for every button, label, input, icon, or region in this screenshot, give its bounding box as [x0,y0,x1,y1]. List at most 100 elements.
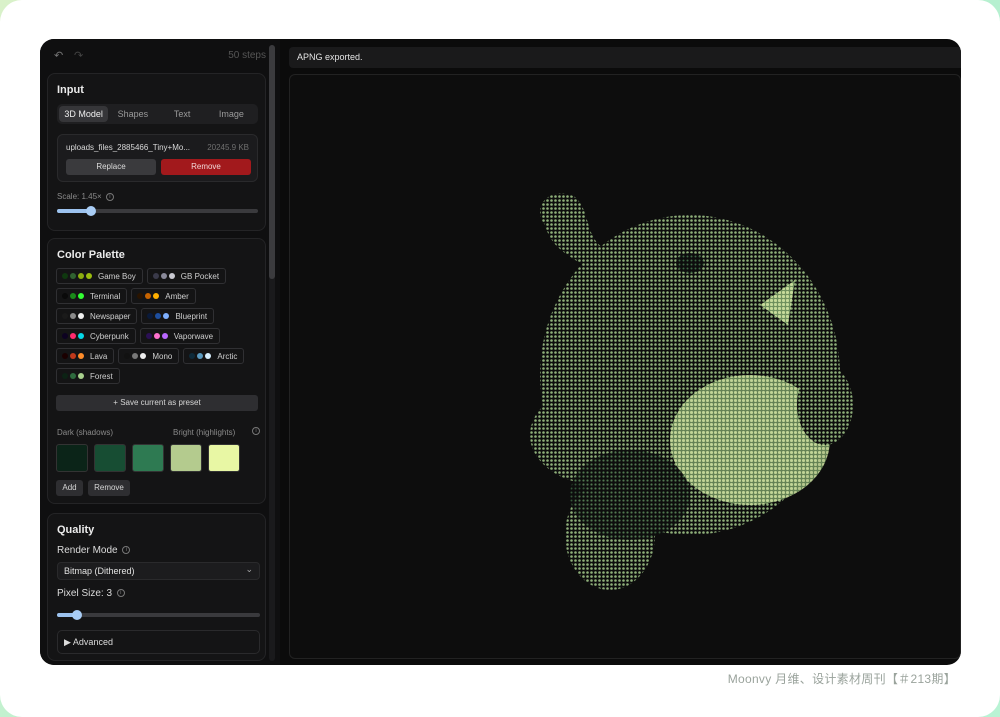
palette-preset[interactable]: Amber [131,288,196,304]
palette-preset[interactable]: Lava [56,348,115,364]
preset-name: Arctic [217,351,238,361]
scale-label: Scale: 1.45× i [57,192,114,201]
color-palette-panel: Color Palette Game Boy GB Pocket Terminal A… [47,238,266,504]
chevron-down-icon: ⌄ [245,564,253,574]
undo-icon[interactable]: ↶ [54,49,63,62]
dithered-model-render [530,193,853,590]
color-dot [70,293,76,299]
color-dot [78,353,84,359]
scale-label-text: Scale: 1.45× [57,192,102,201]
color-dot [78,333,84,339]
color-dot [78,313,84,319]
redo-icon[interactable]: ↷ [74,49,83,62]
sidebar: ↶ ↷ 50 steps Input 3D Model Shapes Text … [40,39,280,665]
color-dot [86,273,92,279]
color-swatch[interactable] [170,444,202,472]
remove-color-button[interactable]: Remove [88,480,130,496]
palette-presets: Game Boy GB Pocket Terminal Amber Newspaper B… [56,268,262,384]
scale-slider-thumb[interactable] [86,206,97,216]
color-swatch[interactable] [94,444,126,472]
palette-preset[interactable]: Arctic [183,348,245,364]
quality-title: Quality [57,524,95,536]
tab-shapes[interactable]: Shapes [108,106,157,122]
preset-name: Vaporwave [173,331,214,341]
color-dot [152,273,159,279]
info-icon[interactable]: i [116,589,125,598]
color-dot [137,293,144,299]
render-mode-label-text: Render Mode [57,545,118,556]
color-dot [145,293,152,299]
scale-slider[interactable] [57,206,258,216]
watermark-caption: Moonvy 月维、设计素材周刊【＃213期】 [727,672,956,686]
status-message: APNG exported. [297,52,363,62]
quality-panel: Quality Render Mode i Bitmap (Dithered) … [47,513,266,661]
model-eye [676,253,704,273]
remove-file-button[interactable]: Remove [161,159,251,175]
color-dot [70,353,76,359]
preset-name: GB Pocket [180,271,220,281]
palette-preset[interactable]: Terminal [56,288,128,304]
save-preset-button[interactable]: + Save current as preset [56,395,258,411]
preset-name: Lava [90,351,108,361]
tab-text[interactable]: Text [158,106,207,122]
input-mode-tabs: 3D Model Shapes Text Image [57,104,258,124]
scrollbar-thumb[interactable] [269,45,275,279]
palette-preset[interactable]: Game Boy [56,268,143,284]
color-dot [153,293,160,299]
preset-name: Cyberpunk [90,331,129,341]
pixel-size-slider-thumb[interactable] [72,610,83,620]
color-dot [189,353,196,359]
palette-preset[interactable]: Cyberpunk [56,328,136,344]
model-shadow [570,450,690,540]
color-dot [62,273,68,279]
color-dot [163,313,170,319]
advanced-toggle[interactable]: ▶ Advanced [57,630,260,654]
palette-preset[interactable]: Mono [118,348,180,364]
preset-name: Terminal [90,291,121,301]
color-dot [197,353,204,359]
palette-title: Color Palette [57,249,125,261]
color-dot [160,273,167,279]
render-viewport[interactable] [289,74,961,659]
palette-preset[interactable]: Newspaper [56,308,138,324]
tab-image[interactable]: Image [207,106,256,122]
color-dot [168,273,175,279]
color-dot [205,353,212,359]
dark-shadows-label: Dark (shadows) [57,428,114,437]
file-name: uploads_files_2885466_Tiny+Mo... [66,143,191,152]
pixel-size-label-text: Pixel Size: 3 [57,588,113,599]
file-size: 20245.9 KB [207,143,249,152]
render-mode-label: Render Mode i [57,545,131,556]
sidebar-scrollbar[interactable] [269,45,275,661]
color-dot [78,373,84,379]
palette-preset[interactable]: Vaporwave [139,328,221,344]
color-dot [140,353,147,359]
info-icon[interactable]: i [122,546,131,555]
pixel-size-slider[interactable] [57,610,260,620]
palette-preset[interactable]: Blueprint [141,308,215,324]
info-icon[interactable]: i [105,192,114,201]
advanced-label: ▶ Advanced [64,637,113,647]
bright-highlights-label: Bright (highlights) [173,428,236,437]
app-window: ↶ ↷ 50 steps Input 3D Model Shapes Text … [40,39,961,665]
add-color-button[interactable]: Add [56,480,83,496]
color-swatch[interactable] [208,444,240,472]
color-dot [124,353,131,359]
replace-button[interactable]: Replace [66,159,156,175]
color-dot [62,293,68,299]
render-mode-select[interactable]: Bitmap (Dithered) ⌄ [57,562,260,580]
color-swatch[interactable] [132,444,164,472]
pixel-size-label: Pixel Size: 3 i [57,588,125,599]
color-swatch[interactable] [56,444,88,472]
preset-name: Newspaper [90,311,131,321]
color-dot [62,373,68,379]
preset-name: Amber [165,291,189,301]
tab-3d-model[interactable]: 3D Model [59,106,109,122]
color-dot [132,353,139,359]
palette-preset[interactable]: GB Pocket [146,268,227,284]
input-title: Input [57,84,84,96]
color-dot [147,313,154,319]
color-dot [62,353,68,359]
palette-preset[interactable]: Forest [56,368,120,384]
info-icon[interactable]: i [252,427,260,435]
